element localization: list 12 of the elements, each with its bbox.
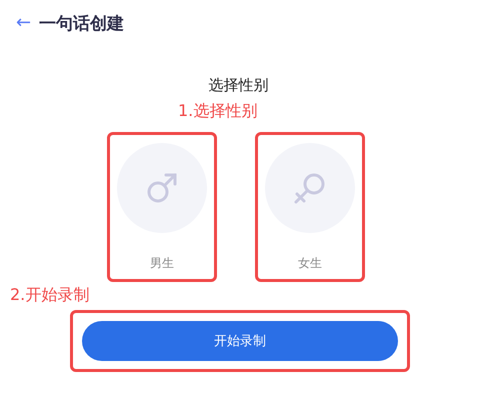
annotation-label: 2.开始录制 xyxy=(10,285,90,306)
male-symbol-icon xyxy=(146,172,178,204)
female-symbol-icon xyxy=(293,171,327,205)
annotation-label: 1.选择性别 xyxy=(178,101,258,122)
highlight-frame[interactable]: 女生 xyxy=(255,132,365,282)
gender-label: 女生 xyxy=(298,255,322,272)
section-title: 选择性别 xyxy=(208,76,270,95)
gender-label: 男生 xyxy=(150,255,174,272)
start-recording-button[interactable]: 开始录制 xyxy=(82,321,398,361)
page-title: 一句话创建 xyxy=(39,12,124,34)
back-arrow-icon[interactable]: ← xyxy=(16,14,32,32)
highlight-frame[interactable]: 男生 xyxy=(107,132,217,282)
